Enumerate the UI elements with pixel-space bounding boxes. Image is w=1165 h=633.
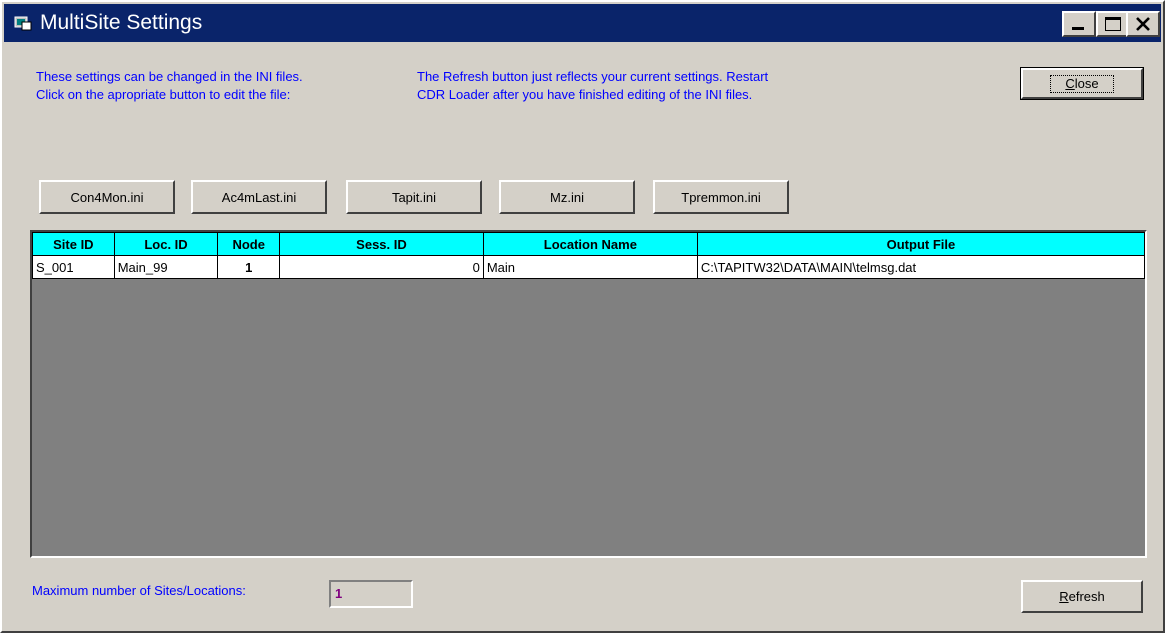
- info-left-line2: Click on the apropriate button to edit t…: [36, 87, 291, 102]
- info-right-line2: CDR Loader after you have finished editi…: [417, 87, 753, 102]
- refresh-button-label: Refresh: [1059, 589, 1105, 604]
- window-title: MultiSite Settings: [40, 11, 203, 34]
- cell-site-id[interactable]: S_001: [32, 255, 115, 279]
- title-bar[interactable]: MultiSite Settings: [4, 4, 1161, 42]
- column-header-location-name[interactable]: Location Name: [482, 232, 698, 256]
- column-header-sess-id[interactable]: Sess. ID: [279, 232, 484, 256]
- refresh-button[interactable]: Refresh: [1021, 580, 1143, 613]
- close-window-button[interactable]: [1126, 11, 1160, 37]
- ac4mlast-ini-button[interactable]: Ac4mLast.ini: [191, 180, 327, 214]
- tapit-ini-button[interactable]: Tapit.ini: [346, 180, 482, 214]
- minimize-icon: [1072, 27, 1084, 30]
- column-header-output-file[interactable]: Output File: [696, 232, 1145, 256]
- cell-loc-id[interactable]: Main_99: [113, 255, 219, 279]
- multisite-settings-window: MultiSite Settings These settings can be…: [0, 0, 1165, 633]
- info-left-line1: These settings can be changed in the INI…: [36, 69, 303, 84]
- maximize-icon: [1105, 17, 1121, 31]
- close-icon: [1136, 17, 1150, 31]
- cell-location-name[interactable]: Main: [482, 255, 698, 279]
- cell-node[interactable]: 1: [217, 255, 281, 279]
- column-header-node[interactable]: Node: [217, 232, 281, 256]
- sites-grid[interactable]: Site ID Loc. ID Node Sess. ID Location N…: [30, 230, 1147, 558]
- info-right-line1: The Refresh button just reflects your cu…: [417, 69, 769, 84]
- max-sites-label: Maximum number of Sites/Locations:: [32, 583, 246, 598]
- close-button-label: Close: [1050, 74, 1114, 93]
- app-icon: [14, 16, 32, 31]
- column-header-loc-id[interactable]: Loc. ID: [113, 232, 219, 256]
- sites-table: Site ID Loc. ID Node Sess. ID Location N…: [32, 232, 1145, 279]
- tpremmon-ini-button[interactable]: Tpremmon.ini: [653, 180, 789, 214]
- column-header-site-id[interactable]: Site ID: [32, 232, 115, 256]
- mz-ini-button[interactable]: Mz.ini: [499, 180, 635, 214]
- grid-header-row: Site ID Loc. ID Node Sess. ID Location N…: [32, 232, 1145, 256]
- cell-output-file[interactable]: C:\TAPITW32\DATA\MAIN\telmsg.dat: [696, 255, 1145, 279]
- maximize-button[interactable]: [1096, 11, 1130, 37]
- con4mon-ini-button[interactable]: Con4Mon.ini: [39, 180, 175, 214]
- close-button[interactable]: Close: [1020, 67, 1144, 100]
- max-sites-field: 1: [329, 580, 413, 608]
- cell-sess-id[interactable]: 0: [279, 255, 484, 279]
- table-row[interactable]: S_001 Main_99 1 0 Main C:\TAPITW32\DATA\…: [32, 255, 1145, 279]
- minimize-button[interactable]: [1062, 11, 1096, 37]
